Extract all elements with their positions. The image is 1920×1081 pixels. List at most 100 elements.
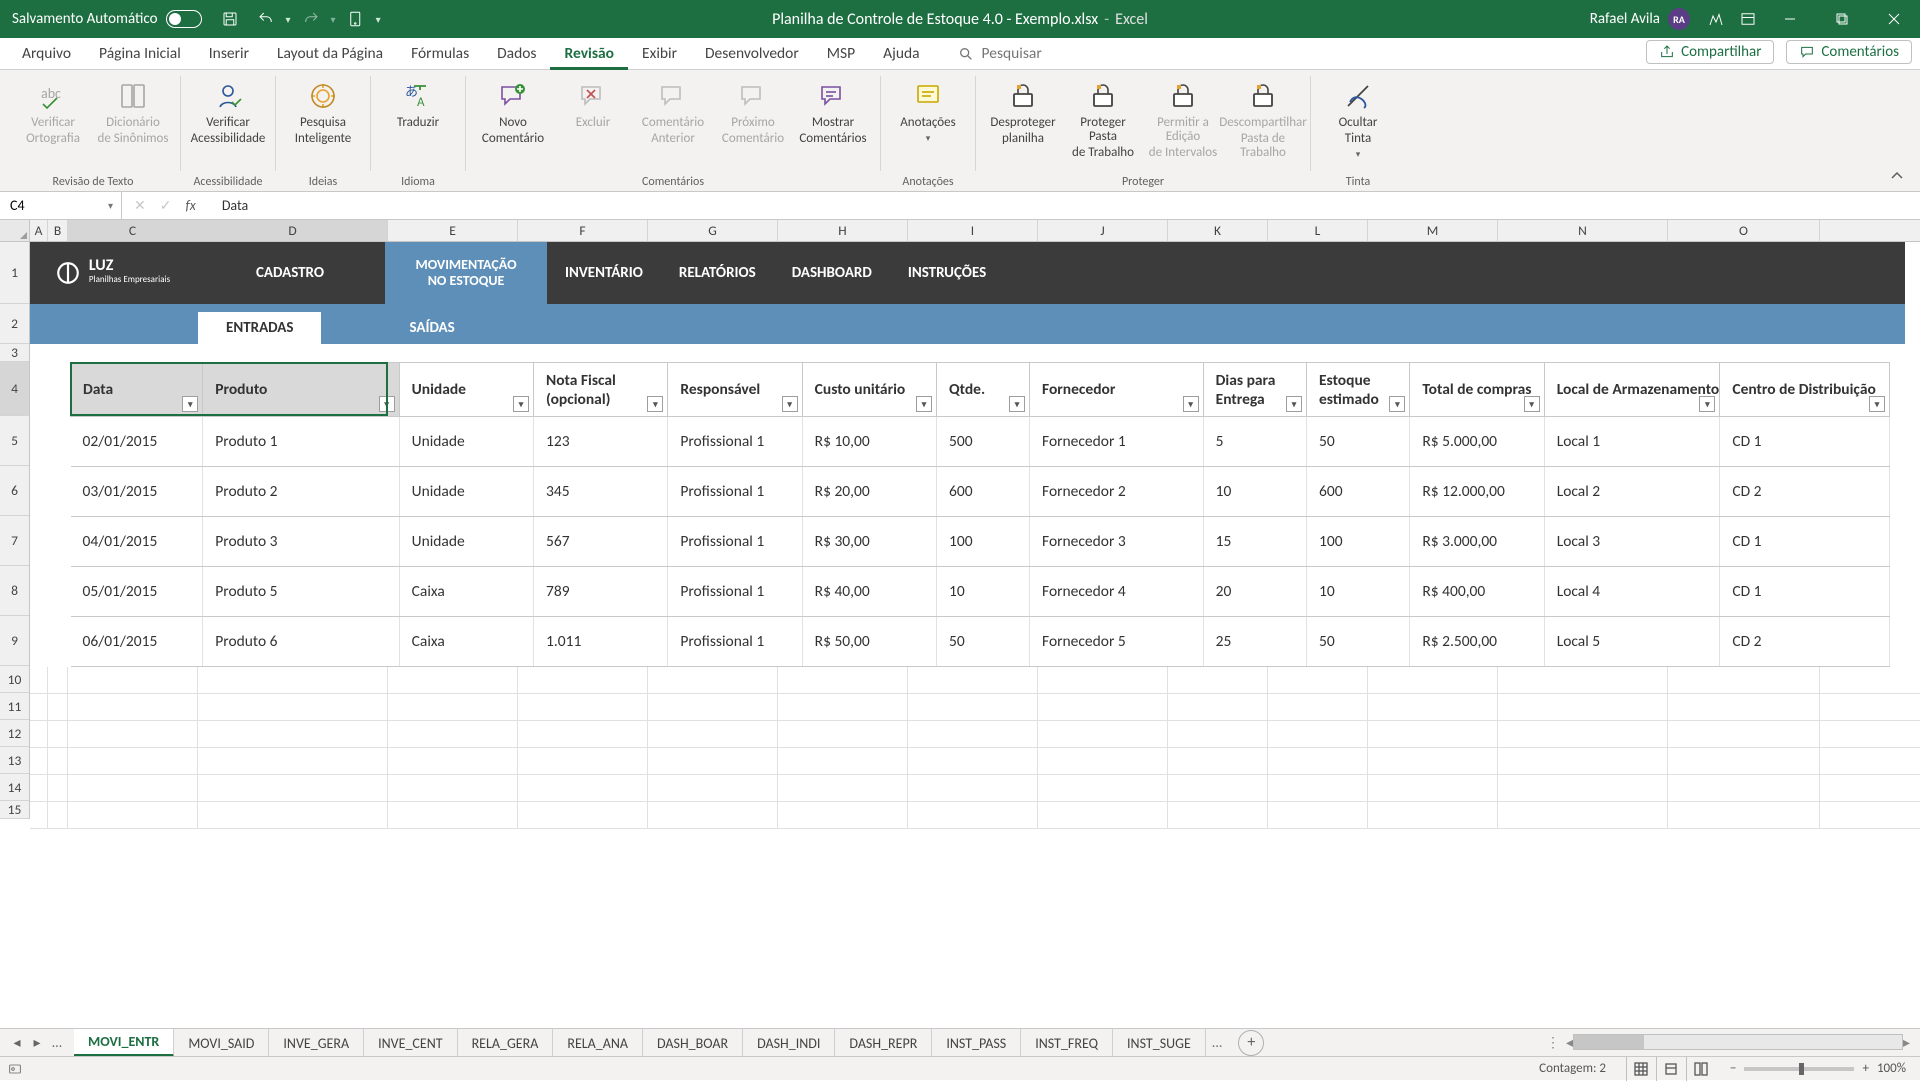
confirm-formula-icon[interactable]: ✓ xyxy=(160,197,172,214)
table-cell[interactable]: 600 xyxy=(937,467,1030,517)
table-cell[interactable]: R$ 400,00 xyxy=(1410,567,1544,617)
filter-icon[interactable]: ▾ xyxy=(379,396,395,412)
table-cell[interactable]: Produto 1 xyxy=(203,417,399,467)
ribbon-button[interactable]: Desprotegerplanilha xyxy=(984,76,1062,148)
table-cell[interactable]: 600 xyxy=(1307,467,1410,517)
table-cell[interactable]: Local 2 xyxy=(1544,467,1720,517)
table-cell[interactable]: Unidade xyxy=(399,517,533,567)
undo-icon[interactable] xyxy=(250,0,282,38)
ribbon-button[interactable]: OcultarTinta▾ xyxy=(1319,76,1397,164)
table-cell[interactable]: 1.011 xyxy=(533,617,667,667)
sheet-nav-arrows[interactable]: ◂▸… xyxy=(0,1034,74,1051)
ribbon-button[interactable]: MostrarComentários xyxy=(794,76,872,148)
table-cell[interactable]: 50 xyxy=(937,617,1030,667)
worksheet-tab[interactable]: MOVI_ENTR xyxy=(74,1029,174,1057)
formula-input[interactable]: Data xyxy=(208,197,1920,214)
table-cell[interactable]: R$ 5.000,00 xyxy=(1410,417,1544,467)
row-header[interactable]: 7 xyxy=(0,516,29,566)
table-cell[interactable]: 03/01/2015 xyxy=(71,467,203,517)
filter-icon[interactable]: ▾ xyxy=(1389,396,1405,412)
ribbon-button[interactable]: Proteger Pastade Trabalho xyxy=(1064,76,1142,162)
table-cell[interactable]: Local 4 xyxy=(1544,567,1720,617)
worksheet-tab[interactable]: RELA_ANA xyxy=(553,1029,643,1057)
table-header[interactable]: Qtde.▾ xyxy=(937,363,1030,417)
tell-me-search[interactable]: Pesquisar xyxy=(958,44,1042,63)
redo-icon[interactable] xyxy=(295,0,327,38)
table-cell[interactable]: Produto 2 xyxy=(203,467,399,517)
row-header[interactable]: 10 xyxy=(0,666,29,693)
table-row[interactable]: 05/01/2015Produto 5Caixa789Profissional … xyxy=(71,567,1890,617)
name-box[interactable]: C4 xyxy=(0,192,122,219)
new-sheet-button[interactable]: + xyxy=(1238,1030,1264,1056)
table-cell[interactable]: 100 xyxy=(1307,517,1410,567)
worksheet-tab[interactable]: INST_FREQ xyxy=(1021,1029,1113,1057)
row-header[interactable]: 14 xyxy=(0,774,29,801)
zoom-level[interactable]: 100% xyxy=(1877,1061,1906,1076)
table-cell[interactable]: Local 1 xyxy=(1544,417,1720,467)
ribbon-button[interactable]: VerificarAcessibilidade xyxy=(189,76,267,148)
column-header[interactable]: L xyxy=(1268,220,1368,241)
save-icon[interactable] xyxy=(214,0,246,38)
table-cell[interactable]: Produto 5 xyxy=(203,567,399,617)
ribbon-display-icon[interactable] xyxy=(1732,0,1764,38)
table-cell[interactable]: 50 xyxy=(1307,617,1410,667)
touch-mode-icon[interactable] xyxy=(340,0,372,38)
row-header[interactable]: 8 xyxy=(0,566,29,616)
sheet-nav-item[interactable]: INVENTÁRIO xyxy=(547,242,661,304)
filter-icon[interactable]: ▾ xyxy=(1009,396,1025,412)
table-cell[interactable]: Fornecedor 2 xyxy=(1030,467,1204,517)
column-header[interactable]: A xyxy=(30,220,48,241)
sheet-nav-item[interactable]: INSTRUÇÕES xyxy=(890,242,1004,304)
table-cell[interactable]: Profissional 1 xyxy=(668,567,802,617)
table-cell[interactable]: CD 1 xyxy=(1720,517,1890,567)
autosave-toggle[interactable]: Salvamento Automático xyxy=(12,10,210,28)
ribbon-button[interactable]: NovoComentário xyxy=(474,76,552,148)
ribbon-tab[interactable]: Layout da Página xyxy=(263,38,397,70)
sheet-nav-item[interactable]: MOVIMENTAÇÃONO ESTOQUE xyxy=(385,242,547,304)
table-row[interactable]: 04/01/2015Produto 3Unidade567Profissiona… xyxy=(71,517,1890,567)
row-header[interactable]: 12 xyxy=(0,720,29,747)
column-header[interactable]: M xyxy=(1368,220,1498,241)
table-cell[interactable]: Profissional 1 xyxy=(668,517,802,567)
macro-record-icon[interactable] xyxy=(0,1061,30,1077)
column-header[interactable]: D xyxy=(198,220,388,241)
filter-icon[interactable]: ▾ xyxy=(1286,396,1302,412)
view-page-layout-icon[interactable] xyxy=(1656,1057,1686,1081)
account-button[interactable]: Rafael Avila RA xyxy=(1580,8,1700,30)
table-cell[interactable]: 345 xyxy=(533,467,667,517)
row-header[interactable]: 9 xyxy=(0,616,29,666)
ribbon-button[interactable]: Anotações▾ xyxy=(889,76,967,148)
table-cell[interactable]: CD 2 xyxy=(1720,467,1890,517)
column-header[interactable]: O xyxy=(1668,220,1820,241)
row-header[interactable]: 3 xyxy=(0,344,29,362)
ribbon-tab[interactable]: Ajuda xyxy=(869,38,933,70)
table-header[interactable]: Nota Fiscal (opcional)▾ xyxy=(533,363,667,417)
row-header[interactable]: 2 xyxy=(0,304,29,344)
table-cell[interactable]: Caixa xyxy=(399,567,533,617)
table-cell[interactable]: R$ 30,00 xyxy=(802,517,936,567)
table-cell[interactable]: R$ 50,00 xyxy=(802,617,936,667)
worksheet-tab[interactable]: DASH_BOAR xyxy=(643,1029,743,1057)
worksheet-tab[interactable]: MOVI_SAID xyxy=(174,1029,269,1057)
filter-icon[interactable]: ▾ xyxy=(182,396,198,412)
worksheet-tab[interactable]: INST_PASS xyxy=(932,1029,1021,1057)
row-header[interactable]: 1 xyxy=(0,242,29,304)
close-icon[interactable] xyxy=(1868,0,1920,38)
table-cell[interactable]: CD 2 xyxy=(1720,617,1890,667)
table-cell[interactable]: Caixa xyxy=(399,617,533,667)
column-header[interactable]: B xyxy=(48,220,68,241)
filter-icon[interactable]: ▾ xyxy=(1869,396,1885,412)
table-header[interactable]: Estoque estimado▾ xyxy=(1307,363,1410,417)
coming-soon-icon[interactable] xyxy=(1700,0,1732,38)
worksheet-tab[interactable]: INVE_CENT xyxy=(364,1029,457,1057)
table-cell[interactable]: R$ 12.000,00 xyxy=(1410,467,1544,517)
ribbon-tab[interactable]: Página Inicial xyxy=(85,38,195,70)
table-cell[interactable]: Unidade xyxy=(399,417,533,467)
filter-icon[interactable]: ▾ xyxy=(916,396,932,412)
worksheet-tab[interactable]: DASH_REPR xyxy=(835,1029,932,1057)
row-header[interactable]: 15 xyxy=(0,801,29,819)
ribbon-tab[interactable]: Desenvolvedor xyxy=(691,38,813,70)
filter-icon[interactable]: ▾ xyxy=(1699,396,1715,412)
column-header[interactable]: K xyxy=(1168,220,1268,241)
row-header[interactable]: 6 xyxy=(0,466,29,516)
